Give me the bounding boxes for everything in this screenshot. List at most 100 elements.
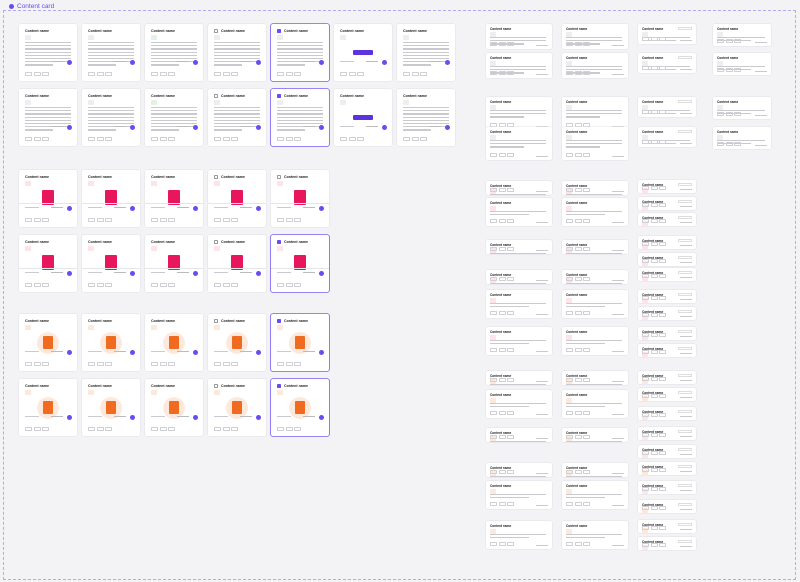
content-card[interactable]: Content name	[638, 537, 696, 550]
content-card[interactable]: Content name	[638, 290, 696, 303]
content-card[interactable]: Content name	[486, 390, 552, 418]
content-card[interactable]: Content name	[19, 235, 77, 292]
content-card[interactable]: Content name	[208, 89, 266, 146]
content-card[interactable]: Content name	[486, 270, 552, 284]
avatar[interactable]	[256, 271, 261, 276]
content-card[interactable]: Content name	[486, 327, 552, 355]
card-menu[interactable]	[678, 523, 692, 526]
content-card[interactable]: Content name	[562, 290, 628, 318]
content-card[interactable]: Content name	[562, 390, 628, 418]
content-card[interactable]: Content name	[145, 379, 203, 436]
card-menu[interactable]	[678, 100, 692, 103]
content-card[interactable]: Content name	[638, 520, 696, 533]
content-card[interactable]: Content name	[486, 371, 552, 385]
content-card[interactable]: Content name	[271, 170, 329, 227]
content-card[interactable]: Content name	[638, 253, 696, 266]
card-checkbox[interactable]	[277, 384, 281, 388]
avatar[interactable]	[319, 125, 324, 130]
avatar[interactable]	[319, 415, 324, 420]
content-card[interactable]: Content name	[19, 89, 77, 146]
card-checkbox[interactable]	[277, 319, 281, 323]
content-card[interactable]: Content name	[562, 97, 628, 130]
content-card[interactable]: Content name	[638, 180, 696, 193]
card-menu[interactable]	[678, 448, 692, 451]
content-card[interactable]: Content name	[638, 197, 696, 210]
content-card[interactable]: Content name	[562, 270, 628, 284]
content-card[interactable]: Content name	[486, 97, 552, 130]
content-card[interactable]: Content name	[82, 235, 140, 292]
card-menu[interactable]	[678, 465, 692, 468]
avatar[interactable]	[67, 206, 72, 211]
content-card[interactable]: Content name	[19, 379, 77, 436]
content-card[interactable]: Content name	[562, 53, 628, 78]
avatar[interactable]	[256, 350, 261, 355]
content-card[interactable]: Content name	[713, 127, 771, 149]
card-checkbox[interactable]	[277, 29, 281, 33]
content-card[interactable]: Content name	[486, 481, 552, 509]
card-checkbox[interactable]	[214, 384, 218, 388]
content-card[interactable]: Content name	[713, 24, 771, 46]
content-card[interactable]: Content name	[19, 170, 77, 227]
content-card[interactable]: Content name	[638, 127, 696, 147]
avatar[interactable]	[445, 125, 450, 130]
content-card[interactable]: Content name	[486, 521, 552, 549]
avatar[interactable]	[382, 60, 387, 65]
avatar[interactable]	[256, 415, 261, 420]
content-card[interactable]: Content name	[562, 521, 628, 549]
avatar[interactable]	[382, 125, 387, 130]
card-menu[interactable]	[678, 540, 692, 543]
content-card[interactable]: Content name	[82, 89, 140, 146]
content-card[interactable]: Content name	[562, 463, 628, 477]
content-card[interactable]: Content name	[271, 379, 329, 436]
avatar[interactable]	[256, 206, 261, 211]
content-card[interactable]: Content name	[486, 463, 552, 477]
card-checkbox[interactable]	[214, 240, 218, 244]
content-card[interactable]: Content name	[713, 97, 771, 119]
content-card[interactable]: Content name	[713, 53, 771, 75]
content-card[interactable]: Content name	[638, 500, 696, 513]
content-card[interactable]: Content name	[638, 462, 696, 475]
primary-button[interactable]	[353, 49, 373, 55]
card-menu[interactable]	[678, 130, 692, 133]
content-card[interactable]: Content name	[82, 314, 140, 371]
avatar[interactable]	[130, 60, 135, 65]
content-card[interactable]: Content name	[145, 89, 203, 146]
avatar[interactable]	[67, 350, 72, 355]
card-checkbox[interactable]	[277, 240, 281, 244]
content-card[interactable]: Content name	[145, 314, 203, 371]
content-card[interactable]: Content name	[638, 427, 696, 440]
content-card[interactable]: Content name	[271, 24, 329, 81]
card-menu[interactable]	[678, 347, 692, 350]
card-menu[interactable]	[678, 27, 692, 30]
content-card[interactable]: Content name	[271, 314, 329, 371]
content-card[interactable]: Content name	[562, 198, 628, 226]
avatar[interactable]	[130, 206, 135, 211]
card-menu[interactable]	[678, 239, 692, 242]
content-card[interactable]: Content name	[486, 198, 552, 226]
content-card[interactable]: Content name	[82, 24, 140, 81]
content-card[interactable]: Content name	[638, 97, 696, 117]
content-card[interactable]: Content name	[486, 24, 552, 49]
avatar[interactable]	[130, 125, 135, 130]
content-card[interactable]: Content name	[82, 170, 140, 227]
avatar[interactable]	[193, 415, 198, 420]
content-card[interactable]: Content name	[638, 371, 696, 384]
avatar[interactable]	[193, 271, 198, 276]
avatar[interactable]	[130, 350, 135, 355]
avatar[interactable]	[67, 415, 72, 420]
card-menu[interactable]	[678, 410, 692, 413]
card-menu[interactable]	[678, 374, 692, 377]
avatar[interactable]	[256, 125, 261, 130]
content-card[interactable]: Content name	[145, 170, 203, 227]
content-card[interactable]: Content name	[486, 127, 552, 160]
content-card[interactable]: Content name	[486, 53, 552, 78]
content-card[interactable]: Content name	[638, 268, 696, 281]
content-card[interactable]: Content name	[638, 24, 696, 44]
content-card[interactable]: Content name	[19, 314, 77, 371]
content-card[interactable]: Content name	[562, 24, 628, 49]
avatar[interactable]	[319, 60, 324, 65]
content-card[interactable]: Content name	[397, 89, 455, 146]
card-menu[interactable]	[678, 200, 692, 203]
content-card[interactable]: Content name	[638, 388, 696, 401]
content-card[interactable]: Content name	[638, 481, 696, 494]
